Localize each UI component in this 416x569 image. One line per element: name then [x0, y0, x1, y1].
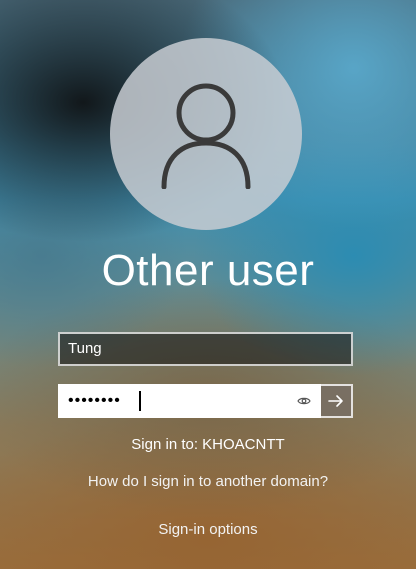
arrow-right-icon: [328, 395, 343, 407]
eye-icon[interactable]: [295, 392, 313, 410]
password-input[interactable]: ••••••••: [58, 384, 321, 418]
text-caret: [139, 391, 141, 411]
sign-in-options-link[interactable]: Sign-in options: [0, 521, 416, 538]
password-row: ••••••••: [58, 384, 353, 418]
submit-button[interactable]: [321, 384, 353, 418]
domain-help-link[interactable]: How do I sign in to another domain?: [0, 473, 416, 490]
password-masked-value: ••••••••: [68, 392, 121, 409]
user-avatar: [110, 38, 302, 230]
sign-in-domain-text: Sign in to: KHOACNTT: [131, 436, 285, 453]
username-input[interactable]: Tung: [58, 332, 353, 366]
account-title: Other user: [101, 246, 315, 295]
person-icon: [161, 83, 251, 189]
login-panel: Other user Tung •••••••• Sign in to: KHO…: [0, 0, 416, 569]
